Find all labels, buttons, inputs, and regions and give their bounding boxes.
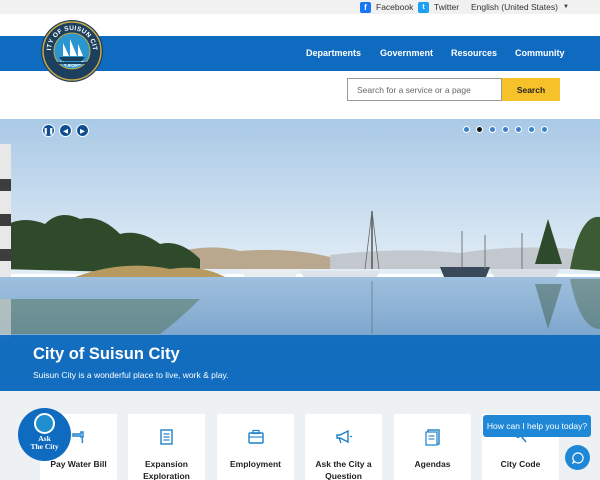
quick-link-label: Agendas	[414, 459, 451, 469]
slide-dot[interactable]	[515, 126, 522, 133]
language-label: English (United States)	[471, 2, 558, 12]
ask-the-city-button[interactable]: Ask The City	[18, 408, 71, 461]
nav-departments[interactable]: Departments	[306, 36, 361, 71]
quick-link-label: Expansion Exploration	[143, 459, 190, 480]
utility-bar: f Facebook t Twitter English (United Sta…	[0, 0, 600, 14]
chat-bubble-icon	[571, 451, 584, 464]
hero-caption: City of Suisun City Suisun City is a won…	[0, 335, 600, 391]
hero-subtitle: Suisun City is a wonderful place to live…	[33, 370, 229, 380]
next-slide-button[interactable]: ▶	[76, 124, 89, 137]
quick-link-expansion-exploration[interactable]: Expansion Exploration	[128, 414, 205, 480]
caret-down-icon: ▼	[562, 4, 569, 10]
chevron-left-icon: ◀	[63, 127, 68, 135]
search-button[interactable]: Search	[502, 78, 560, 101]
twitter-label: Twitter	[434, 2, 460, 12]
agenda-icon	[424, 428, 442, 451]
facebook-icon: f	[360, 1, 371, 13]
language-selector[interactable]: English (United States) ▼	[471, 0, 569, 14]
hero-title: City of Suisun City	[33, 345, 180, 363]
chat-launcher-button[interactable]	[565, 445, 590, 470]
quick-link-label: Employment	[229, 459, 281, 469]
quick-link-ask-question[interactable]: Ask the City a Question	[305, 414, 382, 480]
slide-dot[interactable]	[541, 126, 548, 133]
twitter-icon: t	[418, 1, 429, 13]
nav-community[interactable]: Community	[515, 36, 565, 71]
slide-indicators	[463, 126, 554, 133]
pause-icon: ❚❚	[43, 127, 54, 135]
prev-slide-button[interactable]: ◀	[59, 124, 72, 137]
slide-dot[interactable]	[528, 126, 535, 133]
nav-resources[interactable]: Resources	[451, 36, 497, 71]
facebook-label: Facebook	[376, 2, 414, 12]
megaphone-icon	[335, 428, 353, 451]
slide-dot[interactable]	[463, 126, 470, 133]
city-seal-icon	[34, 413, 55, 434]
city-seal-logo[interactable]: CITY OF SUISUN CITY CALIFORNIA	[38, 14, 104, 83]
quick-link-agendas[interactable]: Agendas	[394, 414, 471, 480]
slide-dot[interactable]	[502, 126, 509, 133]
slide-dot[interactable]	[489, 126, 496, 133]
ask-line-2: The City	[30, 442, 59, 451]
nav-government[interactable]: Government	[380, 36, 433, 71]
document-icon	[158, 428, 176, 451]
hero-slideshow: ❚❚ ◀ ▶ City of Suisun City Suisun City i…	[0, 119, 600, 391]
quick-link-employment[interactable]: Employment	[217, 414, 294, 480]
chevron-right-icon: ▶	[80, 127, 85, 135]
slide-dot[interactable]	[476, 126, 483, 133]
faucet-icon	[70, 428, 88, 451]
city-seal-graphic: CITY OF SUISUN CITY CALIFORNIA	[38, 14, 103, 82]
quick-link-label: City Code	[500, 459, 541, 469]
quick-link-label: Ask the City a Question	[315, 459, 372, 480]
facebook-link[interactable]: f Facebook	[360, 0, 413, 14]
chat-prompt-bubble[interactable]: How can I help you today?	[483, 415, 591, 437]
search-input[interactable]	[347, 78, 502, 101]
pause-button[interactable]: ❚❚	[42, 124, 55, 137]
twitter-link[interactable]: t Twitter	[418, 0, 459, 14]
briefcase-icon	[247, 428, 265, 451]
